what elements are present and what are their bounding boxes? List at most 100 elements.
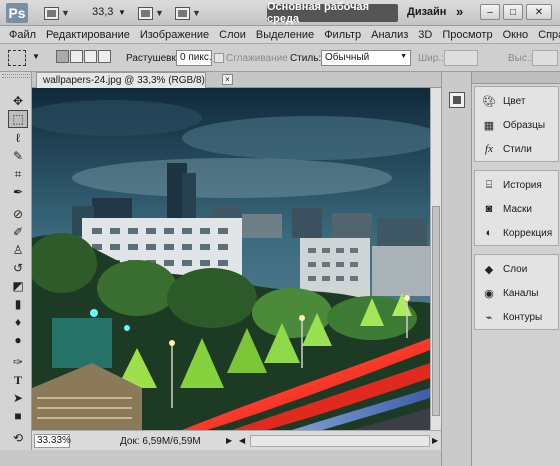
status-zoom-field[interactable]: 33.33% [34,434,71,448]
panel-paths-button[interactable]: ⌁ Контуры [477,306,557,328]
intersect-selection-icon[interactable] [98,50,111,63]
panel-channels-button[interactable]: ◉ Каналы [477,282,557,304]
panel-history-button[interactable]: ⌸ История [477,174,557,196]
dropdown-caret-icon: ▼ [61,8,70,18]
subtract-selection-icon[interactable] [84,50,97,63]
menu-select[interactable]: Выделение [251,29,319,41]
menu-filter[interactable]: Фильтр [319,29,366,41]
color-palette-icon: 🎨︎ [482,95,496,108]
healing-brush-tool-icon[interactable]: ⊘ [8,205,28,223]
lasso-tool-icon[interactable]: ℓ [8,129,28,147]
antialias-checkbox[interactable] [214,53,224,63]
feather-input[interactable]: 0 пикс. [176,50,212,66]
close-window-button[interactable]: ✕ [526,4,552,20]
scroll-left-icon[interactable]: ◀ [239,436,245,445]
workspace-essentials-button[interactable]: Основная рабочая среда [267,1,398,25]
close-document-icon[interactable]: × [222,74,233,85]
menu-image[interactable]: Изображение [135,29,214,41]
vertical-scroll-thumb[interactable] [432,206,440,416]
width-input[interactable] [444,50,478,66]
paths-icon: ⌁ [485,311,493,324]
tool-preset-picker-icon[interactable] [8,50,26,66]
close-icon: ✕ [534,6,544,18]
dropdown-caret-icon: ▼ [192,8,201,18]
panel-masks-button[interactable]: ◙ Маски [477,198,557,220]
menu-view[interactable]: Просмотр [437,29,497,41]
new-selection-icon[interactable] [56,50,69,63]
panel-swatches-button[interactable]: ▦ Образцы [477,114,557,136]
panel-masks-label: Маски [503,203,532,215]
shape-tool-icon[interactable]: ■ [8,407,28,425]
panel-color-button[interactable]: 🎨︎ Цвет [477,90,557,112]
menu-file[interactable]: Файл [4,29,41,41]
tool-preset-caret-icon[interactable]: ▼ [32,52,40,61]
height-input[interactable] [532,50,558,66]
menu-bar: Файл Редактирование Изображение Слои Выд… [0,26,560,44]
restore-button[interactable]: □ [503,4,523,20]
pen-tool-icon[interactable]: ✑ [8,353,28,371]
eraser-tool-icon[interactable]: ◩ [8,277,28,295]
eyedropper-tool-icon[interactable]: ✒ [8,183,28,201]
document-tab[interactable]: wallpapers-24.jpg @ 33,3% (RGB/8) [36,72,206,88]
navigator-panel-icon[interactable] [449,92,465,108]
panel-styles-button[interactable]: fx Стили [477,138,557,160]
workspace-design-button[interactable]: Дизайн [407,6,446,18]
swatches-grid-icon: ▦ [483,119,495,132]
gradient-tool-icon[interactable]: ▮ [8,295,28,313]
menu-analysis[interactable]: Анализ [366,29,413,41]
menu-window[interactable]: Окно [498,29,534,41]
clone-stamp-tool-icon[interactable]: ♙ [8,241,28,259]
3d-rotate-tool-icon[interactable]: ⟲ [8,429,28,447]
scroll-right-icon[interactable]: ▶ [432,436,438,445]
minimize-button[interactable]: – [480,4,500,20]
panel-group-history: ⌸ История ◙ Маски ◐ Коррекция [474,170,559,246]
tools-panel: ✥ ⬚ ℓ ✎ ⌗ ✒ ⊘ ✐ ♙ ↺ ◩ ▮ ♦ ● ✑ T ➤ ■ ⟲ ◔ [0,72,32,466]
panel-layers-label: Слои [503,263,528,275]
history-icon: ⌸ [485,178,493,191]
history-brush-tool-icon[interactable]: ↺ [8,259,28,277]
menu-3d[interactable]: 3D [413,29,437,41]
menu-help[interactable]: Справка [533,29,560,41]
screen-mode-button[interactable]: ▼ [175,5,201,21]
blur-tool-icon[interactable]: ♦ [8,313,28,331]
rect-marquee-tool-icon[interactable]: ⬚ [8,110,28,128]
menu-edit[interactable]: Редактирование [41,29,135,41]
quick-select-tool-icon[interactable]: ✎ [8,147,28,165]
launch-bridge-button[interactable]: ▼ [44,5,70,21]
document-tab-title: wallpapers-24.jpg @ 33,3% (RGB/8) [43,75,205,86]
panel-channels-label: Каналы [503,287,539,299]
status-menu-icon[interactable]: ▶ [226,436,232,445]
type-tool-icon[interactable]: T [8,371,28,389]
bridge-icon [44,6,59,20]
add-to-selection-icon[interactable] [70,50,83,63]
horizontal-scrollbar[interactable] [250,435,430,447]
city-night-photo [32,88,430,430]
panel-adjustments-button[interactable]: ◐ Коррекция [477,222,557,244]
screen-mode-icon [175,6,190,20]
restore-icon: □ [509,6,517,18]
crop-tool-icon[interactable]: ⌗ [8,165,28,183]
move-tool-icon[interactable]: ✥ [8,92,28,110]
style-select[interactable]: Обычный [321,50,411,66]
panel-layers-button[interactable]: ◆ Слои [477,258,557,280]
brush-tool-icon[interactable]: ✐ [8,223,28,241]
dodge-tool-icon[interactable]: ● [8,331,28,349]
menu-layers[interactable]: Слои [214,29,251,41]
panel-group-color: 🎨︎ Цвет ▦ Образцы fx Стили [474,86,559,162]
vertical-scrollbar[interactable] [430,88,441,430]
path-select-tool-icon[interactable]: ➤ [8,389,28,407]
panel-dock: 🎨︎ Цвет ▦ Образцы fx Стили ⌸ История ◙ М… [471,72,560,466]
status-bar: 33.33% Док: 6,59M/6,59M ▶ ◀ ▶ [32,430,441,450]
styles-fx-icon: fx [485,143,493,155]
more-workspaces-icon[interactable]: » [456,4,463,19]
zoom-caret-icon[interactable]: ▼ [118,8,126,17]
channels-icon: ◉ [484,287,494,300]
panel-adjustments-label: Коррекция [503,227,553,239]
panel-dock-header[interactable] [472,72,560,84]
document-canvas[interactable] [32,88,430,430]
arrange-documents-button[interactable]: ▼ [138,5,164,21]
photoshop-logo: Ps [6,3,28,23]
zoom-level-value[interactable]: 33,3 [92,6,113,18]
toolbar-grip[interactable] [2,74,30,78]
height-label: Выс.: [508,53,533,64]
